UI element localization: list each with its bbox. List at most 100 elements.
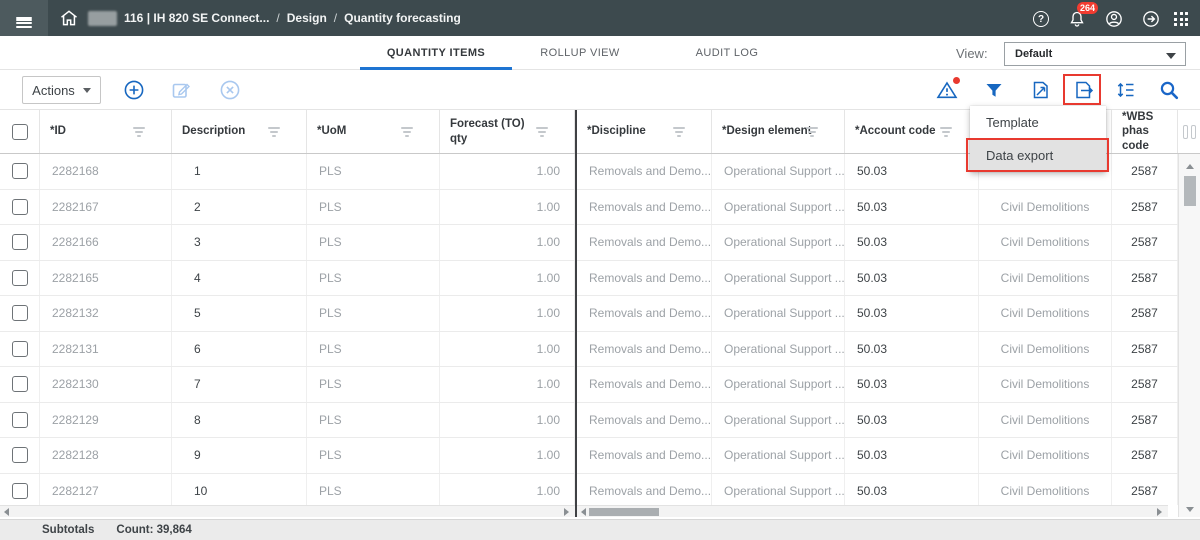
filter-menu-icon[interactable] xyxy=(940,127,952,137)
cell-wbs_phase_code[interactable]: 2587 xyxy=(1112,225,1178,260)
cell-description[interactable]: 4 xyxy=(172,261,307,296)
filter-button[interactable] xyxy=(982,78,1006,102)
table-row[interactable]: Removals and Demo...Operational Support … xyxy=(577,225,1178,261)
cell-discipline[interactable]: Removals and Demo... xyxy=(577,225,712,260)
table-row[interactable]: 22821298PLS1.00 xyxy=(0,403,575,439)
cell-hidden[interactable]: Civil Demolitions xyxy=(979,332,1112,367)
cell-forecast_qty[interactable]: 1.00 xyxy=(440,438,575,473)
search-button[interactable] xyxy=(1157,78,1181,102)
table-row[interactable]: Removals and Demo...Operational Support … xyxy=(577,261,1178,297)
filter-menu-icon[interactable] xyxy=(401,127,413,137)
cell-wbs_phase_code[interactable]: 2587 xyxy=(1112,367,1178,402)
table-row[interactable]: 22821316PLS1.00 xyxy=(0,332,575,368)
cell-description[interactable]: 6 xyxy=(172,332,307,367)
row-checkbox[interactable] xyxy=(12,483,28,499)
help-button[interactable]: ? xyxy=(1030,8,1052,30)
scroll-down-arrow[interactable] xyxy=(1186,507,1194,512)
row-select-cell[interactable] xyxy=(0,296,40,331)
cell-account_code[interactable]: 50.03 xyxy=(845,190,979,225)
cell-description[interactable]: 7 xyxy=(172,367,307,402)
column-options-corner[interactable] xyxy=(1178,110,1200,154)
table-row[interactable]: Removals and Demo...Operational Support … xyxy=(577,403,1178,439)
cell-hidden[interactable]: Civil Demolitions xyxy=(979,190,1112,225)
data-export-button[interactable] xyxy=(1071,78,1095,102)
menu-item-template[interactable]: Template xyxy=(970,106,1106,139)
cell-design_element[interactable]: Operational Support ... xyxy=(712,154,845,189)
row-select-cell[interactable] xyxy=(0,403,40,438)
cell-forecast_qty[interactable]: 1.00 xyxy=(440,367,575,402)
row-checkbox[interactable] xyxy=(12,199,28,215)
column-header-discipline[interactable]: *Discipline xyxy=(577,110,712,153)
cell-uom[interactable]: PLS xyxy=(307,154,440,189)
add-button[interactable] xyxy=(122,78,146,102)
table-row[interactable]: Removals and Demo...Operational Support … xyxy=(577,474,1178,506)
cell-wbs_phase_code[interactable]: 2587 xyxy=(1112,190,1178,225)
table-row[interactable]: 22821325PLS1.00 xyxy=(0,296,575,332)
cell-forecast_qty[interactable]: 1.00 xyxy=(440,332,575,367)
cell-discipline[interactable]: Removals and Demo... xyxy=(577,154,712,189)
cell-uom[interactable]: PLS xyxy=(307,225,440,260)
cell-forecast_qty[interactable]: 1.00 xyxy=(440,261,575,296)
cell-forecast_qty[interactable]: 1.00 xyxy=(440,154,575,189)
cell-design_element[interactable]: Operational Support ... xyxy=(712,403,845,438)
table-row[interactable]: Removals and Demo...Operational Support … xyxy=(577,190,1178,226)
scroll-left-arrow[interactable] xyxy=(4,508,9,516)
cell-id[interactable]: 2282168 xyxy=(40,154,172,189)
table-row[interactable]: Removals and Demo...Operational Support … xyxy=(577,296,1178,332)
cell-description[interactable]: 8 xyxy=(172,403,307,438)
cell-forecast_qty[interactable]: 1.00 xyxy=(440,296,575,331)
breadcrumb-project[interactable]: 116 | IH 820 SE Connect... xyxy=(124,11,269,25)
cell-uom[interactable]: PLS xyxy=(307,190,440,225)
column-header-account_code[interactable]: *Account code xyxy=(845,110,979,153)
row-checkbox[interactable] xyxy=(12,163,28,179)
data-import-button[interactable] xyxy=(1028,78,1052,102)
cell-description[interactable]: 10 xyxy=(172,474,307,506)
cell-id[interactable]: 2282165 xyxy=(40,261,172,296)
row-checkbox[interactable] xyxy=(12,270,28,286)
cell-account_code[interactable]: 50.03 xyxy=(845,225,979,260)
cell-design_element[interactable]: Operational Support ... xyxy=(712,332,845,367)
cell-forecast_qty[interactable]: 1.00 xyxy=(440,474,575,506)
row-checkbox[interactable] xyxy=(12,412,28,428)
column-header-id[interactable]: *ID xyxy=(40,110,172,153)
column-header-uom[interactable]: *UoM xyxy=(307,110,440,153)
cell-id[interactable]: 2282127 xyxy=(40,474,172,506)
row-select-cell[interactable] xyxy=(0,332,40,367)
cell-description[interactable]: 3 xyxy=(172,225,307,260)
cell-design_element[interactable]: Operational Support ... xyxy=(712,474,845,506)
scroll-right-arrow[interactable] xyxy=(1157,508,1162,516)
horizontal-scrollbar-left[interactable] xyxy=(0,505,575,517)
cell-discipline[interactable]: Removals and Demo... xyxy=(577,367,712,402)
cell-hidden[interactable]: Civil Demolitions xyxy=(979,367,1112,402)
scroll-up-arrow[interactable] xyxy=(1186,164,1194,169)
breadcrumb-page[interactable]: Quantity forecasting xyxy=(344,11,461,25)
table-row[interactable]: 22821663PLS1.00 xyxy=(0,225,575,261)
scroll-left-arrow[interactable] xyxy=(581,508,586,516)
filter-menu-icon[interactable] xyxy=(133,127,145,137)
cell-wbs_phase_code[interactable]: 2587 xyxy=(1112,438,1178,473)
cell-hidden[interactable]: Civil Demolitions xyxy=(979,474,1112,506)
cell-discipline[interactable]: Removals and Demo... xyxy=(577,190,712,225)
cell-account_code[interactable]: 50.03 xyxy=(845,474,979,506)
table-row[interactable]: 22821307PLS1.00 xyxy=(0,367,575,403)
cell-uom[interactable]: PLS xyxy=(307,261,440,296)
cell-discipline[interactable]: Removals and Demo... xyxy=(577,261,712,296)
cell-account_code[interactable]: 50.03 xyxy=(845,261,979,296)
table-row[interactable]: 228212710PLS1.00 xyxy=(0,474,575,506)
cell-account_code[interactable]: 50.03 xyxy=(845,154,979,189)
view-select[interactable]: Default xyxy=(1004,42,1186,66)
cell-description[interactable]: 1 xyxy=(172,154,307,189)
cell-wbs_phase_code[interactable]: 2587 xyxy=(1112,332,1178,367)
column-header-wbs_phase_code[interactable]: *WBS phas code xyxy=(1112,110,1178,153)
arrow-circle-button[interactable] xyxy=(1140,8,1162,30)
cell-design_element[interactable]: Operational Support ... xyxy=(712,367,845,402)
home-button[interactable] xyxy=(56,7,82,29)
select-all-header-cell[interactable] xyxy=(0,110,40,153)
cell-id[interactable]: 2282132 xyxy=(40,296,172,331)
cell-design_element[interactable]: Operational Support ... xyxy=(712,225,845,260)
row-select-cell[interactable] xyxy=(0,367,40,402)
cell-wbs_phase_code[interactable]: 2587 xyxy=(1112,154,1178,189)
cell-uom[interactable]: PLS xyxy=(307,332,440,367)
cell-wbs_phase_code[interactable]: 2587 xyxy=(1112,403,1178,438)
cell-discipline[interactable]: Removals and Demo... xyxy=(577,474,712,506)
